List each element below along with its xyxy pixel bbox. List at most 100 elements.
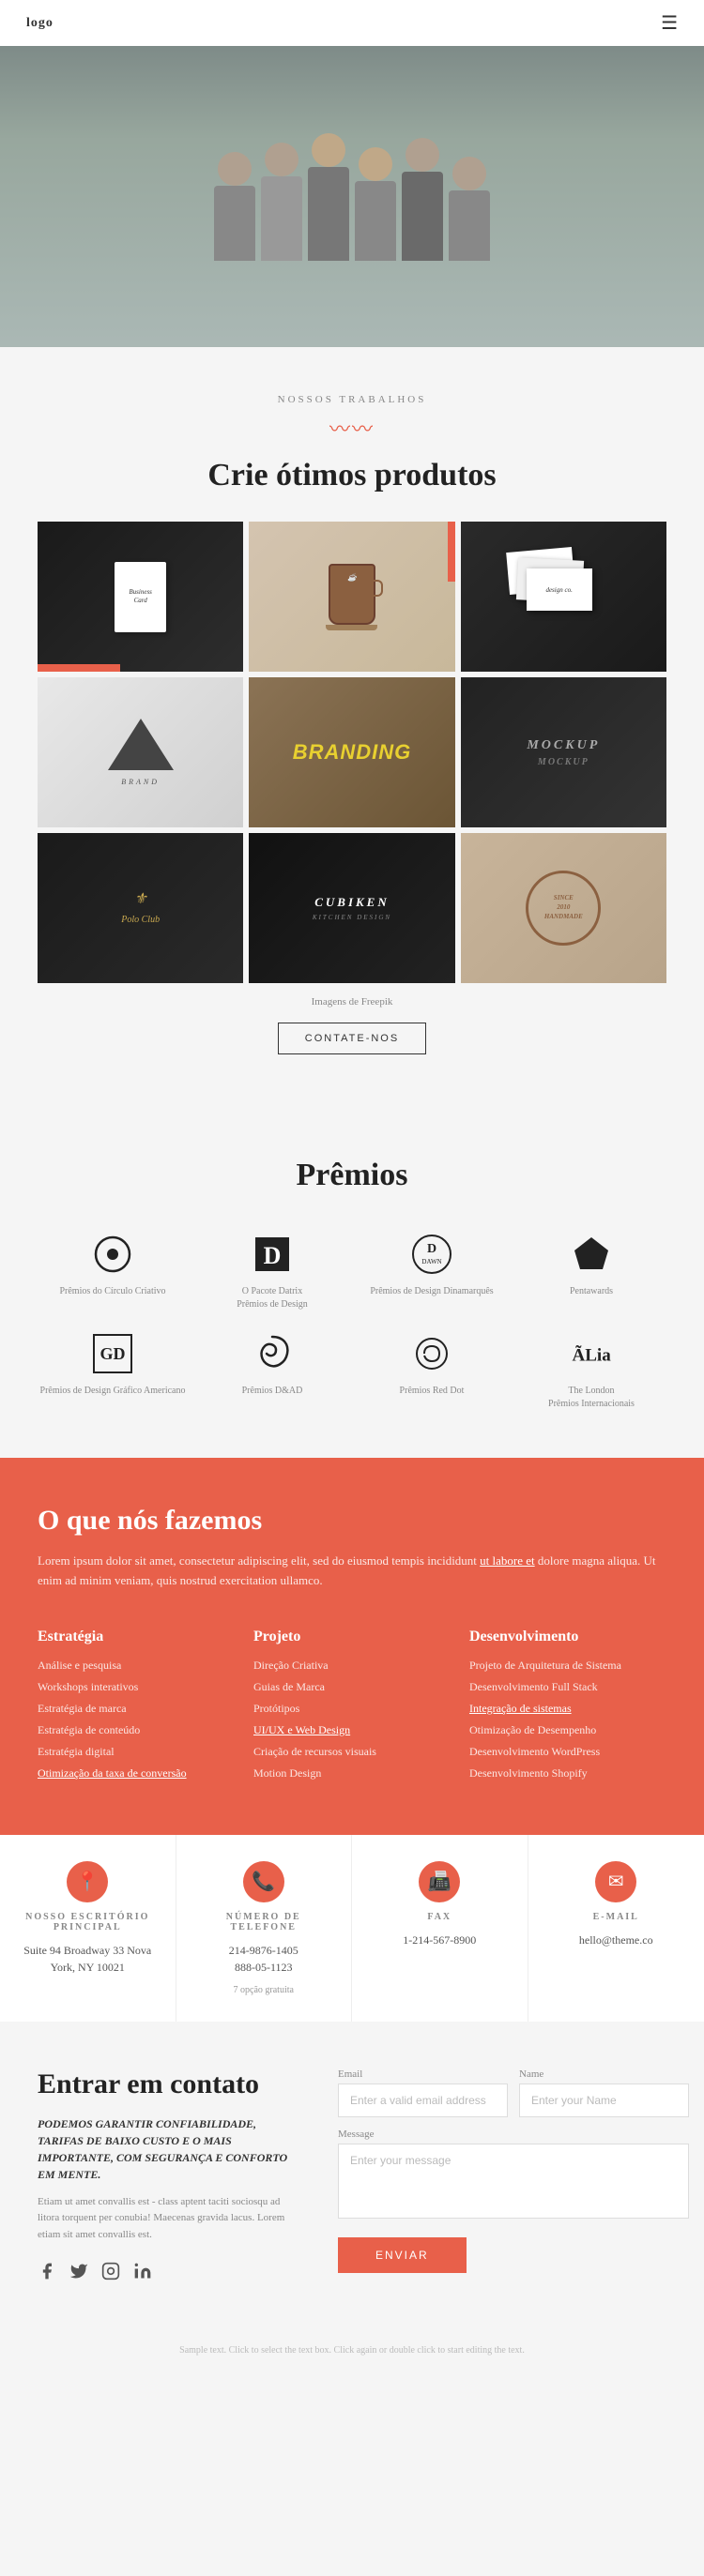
gd-square-icon: GD xyxy=(92,1330,133,1377)
award-label-8: The London Prêmios Internacionais xyxy=(548,1385,635,1411)
service-item-highlight[interactable]: UI/UX e Web Design xyxy=(253,1723,451,1737)
award-item-3: D DAWN Prêmios de Design Dinamarquês xyxy=(357,1231,507,1311)
instagram-icon[interactable] xyxy=(101,2262,120,2285)
award-item-8: ÃLia The London Prêmios Internacionais xyxy=(516,1330,666,1411)
contact-cards: 📍 NOSSO ESCRITÓRIO PRINCIPAL Suite 94 Br… xyxy=(0,1835,704,2022)
service-item[interactable]: Workshops interativos xyxy=(38,1680,235,1694)
location-icon: 📍 xyxy=(67,1861,108,1902)
portfolio-item-2[interactable]: ☕ xyxy=(249,522,454,672)
svg-text:ÃLia: ÃLia xyxy=(572,1344,611,1365)
linkedin-icon[interactable] xyxy=(133,2262,152,2285)
email-field-wrapper: Email xyxy=(338,2068,508,2117)
contact-form-bold-desc: PODEMOS GARANTIR CONFIABILIDADE, TARIFAS… xyxy=(38,2115,300,2183)
contact-card-phone: 📞 NÚMERO DE TELEFONE 214-9876-1405888-05… xyxy=(176,1835,353,2022)
email-icon: ✉ xyxy=(595,1861,636,1902)
award-item-5: GD Prêmios de Design Gráfico Americano xyxy=(38,1330,188,1411)
swirl-icon xyxy=(252,1330,293,1377)
email-field-label: Email xyxy=(338,2068,508,2080)
service-item-highlight[interactable]: Otimização da taxa de conversão xyxy=(38,1766,235,1780)
service-item[interactable]: Análise e pesquisa xyxy=(38,1659,235,1673)
service-item[interactable]: Protótipos xyxy=(253,1702,451,1716)
portfolio-item-3[interactable]: design co. xyxy=(461,522,666,672)
header: logo ☰ xyxy=(0,0,704,46)
name-input[interactable] xyxy=(519,2084,689,2117)
contact-form-title: Entrar em contato xyxy=(38,2068,300,2100)
contact-form-text: Etiam ut amet convallis est - class apte… xyxy=(38,2194,300,2244)
portfolio-item-7[interactable]: ⚜ Polo Club xyxy=(38,833,243,983)
twitter-icon[interactable] xyxy=(69,2262,88,2285)
service-item[interactable]: Desenvolvimento Shopify xyxy=(469,1766,666,1780)
service-item[interactable]: Desenvolvimento WordPress xyxy=(469,1745,666,1759)
hamburger-menu-icon[interactable]: ☰ xyxy=(661,11,678,35)
service-item[interactable]: Motion Design xyxy=(253,1766,451,1780)
phone-sub: 7 opção gratuita xyxy=(234,1985,294,1995)
award-label-7: Prêmios Red Dot xyxy=(400,1385,465,1398)
letter-d-icon: D xyxy=(252,1231,293,1278)
awards-grid: Prêmios do Círculo Criativo D O Pacote D… xyxy=(38,1231,666,1411)
services-grid: Estratégia Análise e pesquisa Workshops … xyxy=(38,1629,666,1788)
phone-value: 214-9876-1405888-05-1123 xyxy=(229,1942,298,1976)
portfolio-item-1[interactable]: BusinessCard xyxy=(38,522,243,672)
fax-value: 1-214-567-8900 xyxy=(403,1932,476,1948)
submit-button[interactable]: ENVIAR xyxy=(338,2237,467,2273)
hero-section xyxy=(0,0,704,347)
portfolio-item-6[interactable]: MOCKUP MOCKUP xyxy=(461,677,666,827)
contact-card-office: 📍 NOSSO ESCRITÓRIO PRINCIPAL Suite 94 Br… xyxy=(0,1835,176,2022)
contact-form-left: Entrar em contato PODEMOS GARANTIR CONFI… xyxy=(38,2068,300,2286)
award-item-1: Prêmios do Círculo Criativo xyxy=(38,1231,188,1311)
service-item-highlight[interactable]: Integração de sistemas xyxy=(469,1702,666,1716)
what-description: Lorem ipsum dolor sit amet, consectetur … xyxy=(38,1552,666,1591)
service-item[interactable]: Estratégia de conteúdo xyxy=(38,1723,235,1737)
freepik-credit: Imagens de Freepik xyxy=(38,996,666,1008)
portfolio-item-5[interactable]: BRANDING xyxy=(249,677,454,827)
contact-card-fax: 📠 FAX 1-214-567-8900 xyxy=(352,1835,528,2022)
facebook-icon[interactable] xyxy=(38,2262,56,2285)
service-project: Projeto Direção Criativa Guias de Marca … xyxy=(253,1629,451,1788)
portfolio-item-9[interactable]: SINCE2010HANDMADE xyxy=(461,833,666,983)
contact-card-email: ✉ E-MAIL hello@theme.co xyxy=(528,1835,704,2022)
name-field-wrapper: Name xyxy=(519,2068,689,2117)
awards-title: Prêmios xyxy=(38,1158,666,1193)
service-item[interactable]: Projeto de Arquitetura de Sistema xyxy=(469,1659,666,1673)
svg-text:GD: GD xyxy=(100,1344,126,1363)
message-field-wrapper: Message xyxy=(338,2129,689,2219)
message-input[interactable] xyxy=(338,2144,689,2219)
hero-image xyxy=(0,0,704,347)
red-dot-icon xyxy=(411,1330,452,1377)
service-item[interactable]: Criação de recursos visuais xyxy=(253,1745,451,1759)
service-project-title: Projeto xyxy=(253,1629,451,1645)
portfolio-item-8[interactable]: CUBIKEN KITCHEN DESIGN xyxy=(249,833,454,983)
service-item[interactable]: Estratégia digital xyxy=(38,1745,235,1759)
lia-icon: ÃLia xyxy=(571,1330,612,1377)
email-card-label: E-MAIL xyxy=(593,1912,639,1922)
phone-label: NÚMERO DE TELEFONE xyxy=(191,1912,337,1932)
service-development-list: Projeto de Arquitetura de Sistema Desenv… xyxy=(469,1659,666,1780)
email-input[interactable] xyxy=(338,2084,508,2117)
award-item-6: Prêmios D&AD xyxy=(197,1330,347,1411)
award-label-2: O Pacote Datrix Prêmios de Design xyxy=(237,1285,308,1311)
email-card-value: hello@theme.co xyxy=(579,1932,653,1948)
service-strategy-list: Análise e pesquisa Workshops interativos… xyxy=(38,1659,235,1780)
message-field-label: Message xyxy=(338,2129,689,2140)
name-field-label: Name xyxy=(519,2068,689,2080)
circle-dot-icon xyxy=(92,1231,133,1278)
works-label: NOSSOS TRABALHOS xyxy=(38,394,666,405)
service-development-title: Desenvolvimento xyxy=(469,1629,666,1645)
service-project-list: Direção Criativa Guias de Marca Protótip… xyxy=(253,1659,451,1780)
award-item-2: D O Pacote Datrix Prêmios de Design xyxy=(197,1231,347,1311)
service-item[interactable]: Otimização de Desempenho xyxy=(469,1723,666,1737)
fax-label: FAX xyxy=(427,1912,451,1922)
service-item[interactable]: Desenvolvimento Full Stack xyxy=(469,1680,666,1694)
service-item[interactable]: Direção Criativa xyxy=(253,1659,451,1673)
award-item-7: Prêmios Red Dot xyxy=(357,1330,507,1411)
what-title: O que nós fazemos xyxy=(38,1505,666,1537)
what-link[interactable]: ut labore et xyxy=(480,1553,534,1568)
contact-button[interactable]: CONTATE-NOS xyxy=(278,1023,426,1054)
award-label-3: Prêmios de Design Dinamarquês xyxy=(370,1285,493,1298)
award-label-6: Prêmios D&AD xyxy=(242,1385,303,1398)
works-section: NOSSOS TRABALHOS 〰〰 Crie ótimos produtos… xyxy=(0,347,704,1129)
portfolio-item-4[interactable]: BRAND xyxy=(38,677,243,827)
phone-icon: 📞 xyxy=(243,1861,284,1902)
service-item[interactable]: Guias de Marca xyxy=(253,1680,451,1694)
service-item[interactable]: Estratégia de marca xyxy=(38,1702,235,1716)
